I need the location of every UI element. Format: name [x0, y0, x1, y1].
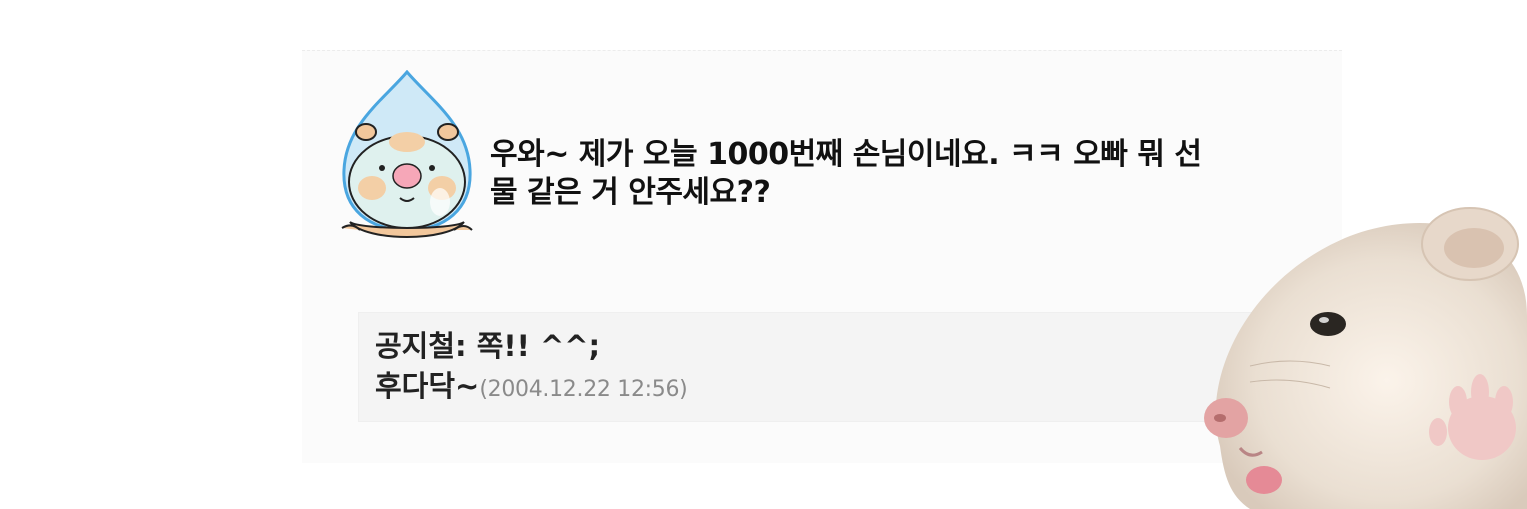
reply-author-line: 공지철: 쪽!! ^^;	[375, 329, 601, 363]
guestbook-message: 우와~ 제가 오늘 1000번째 손님이네요. ㅋㅋ 오빠 뭐 선 물 같은 거…	[490, 136, 1310, 212]
message-line-2: 물 같은 거 안주세요??	[490, 175, 771, 210]
screenshot-stage: 우와~ 제가 오늘 1000번째 손님이네요. ㅋㅋ 오빠 뭐 선 물 같은 거…	[0, 0, 1527, 509]
reply-text-line: 후다닥~(2004.12.22 12:56)	[375, 369, 688, 407]
reply-timestamp: (2004.12.22 12:56)	[479, 377, 688, 402]
hamster-raindrop-icon	[341, 70, 473, 238]
message-line-1: 우와~ 제가 오늘 1000번째 손님이네요. ㅋㅋ 오빠 뭐 선	[490, 137, 1202, 172]
owner-reply-box: 공지철: 쪽!! ^^; 후다닥~(2004.12.22 12:56)	[358, 312, 1260, 422]
hamster-photo-icon	[1204, 207, 1527, 509]
reply-text: 후다닥~	[375, 369, 480, 403]
